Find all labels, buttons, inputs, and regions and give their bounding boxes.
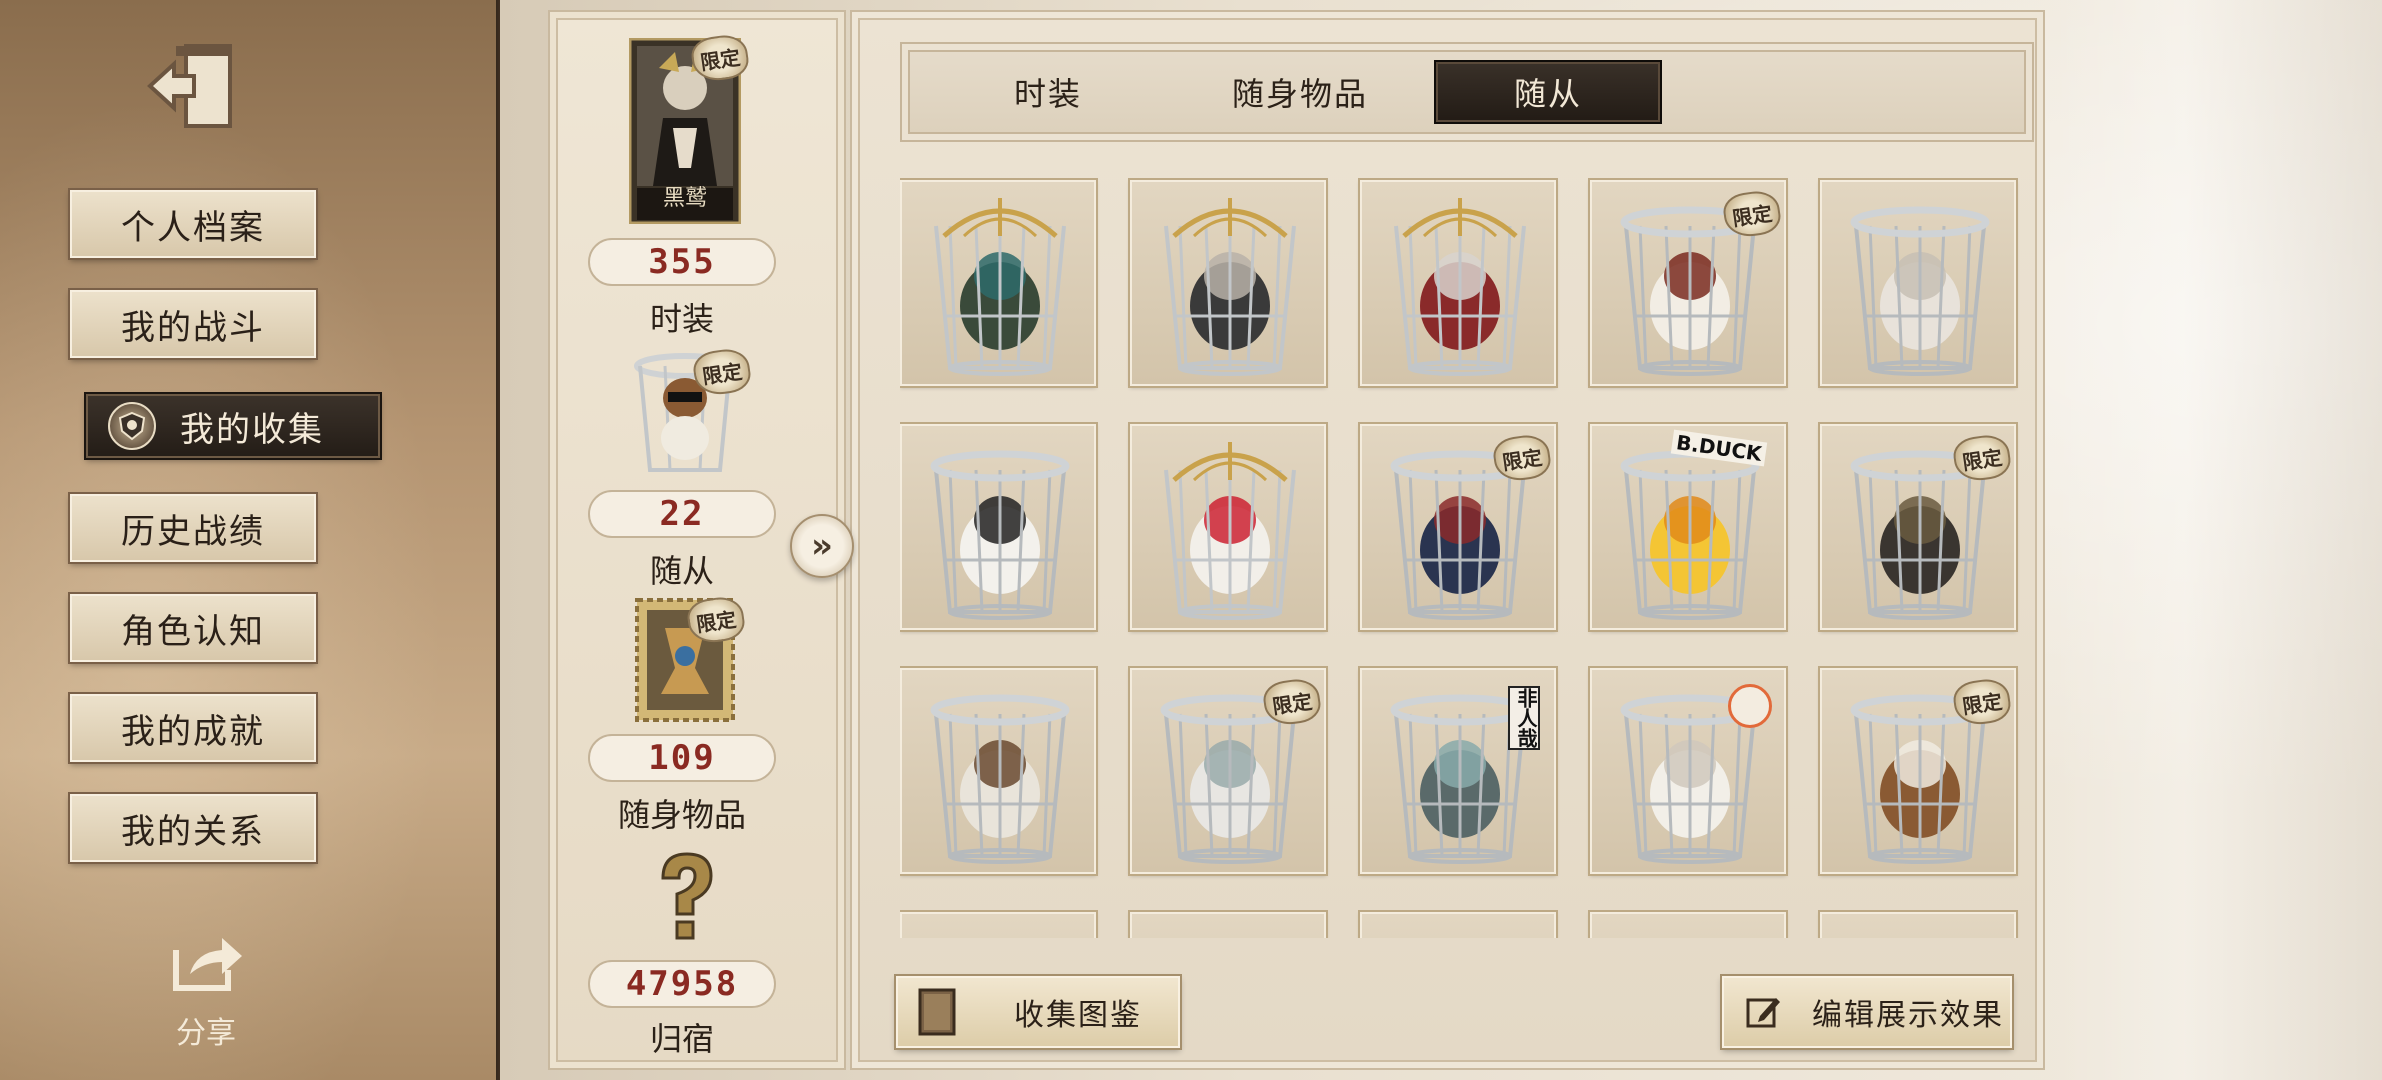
double-chevron-right-icon: » [811,526,833,566]
follower-card-elephant[interactable] [1818,178,2018,388]
follower-card-king-cat[interactable] [900,666,1098,876]
sidebar-item-achievements[interactable]: 我的成就 [68,692,318,764]
sidebar-item-label: 我的成就 [121,711,265,752]
catalog-label: 收集图鉴 [1014,998,1142,1033]
king-cat-image [930,694,1070,864]
share-icon [173,938,242,991]
yellow-duck-image [1620,450,1760,620]
follower-count: 22 [588,490,776,538]
tab-follower[interactable]: 随从 [1434,60,1662,124]
costume-count-label: 时装 [649,300,714,338]
accessory-count: 109 [588,734,776,782]
follower-card-tree-spirit[interactable] [900,178,1098,388]
sidebar: 个人档案 我的战斗 我的收集 历史战绩 角色认知 我的成就 我的关系 分享 [0,0,510,1080]
sign-board-text: 非人哉 [1508,686,1540,750]
follower-card-partial-2[interactable] [1128,910,1328,938]
costume-thumbnail[interactable]: 黑鹫 限定 [620,32,751,226]
sidebar-item-collection[interactable]: 我的收集 [84,392,382,460]
partial-4-image [1614,928,1766,938]
follower-card-partial-4[interactable] [1588,910,1788,938]
tree-spirit-image [934,198,1066,376]
follower-card-beagle-dog[interactable]: 限定 [1818,666,2018,876]
panda-image [930,450,1070,620]
follower-grid: 限定 限定 B.DUCK 限定 限定 非人哉 限定 [900,172,2040,938]
follower-card-partial-3[interactable] [1358,910,1558,938]
follower-card-red-doll[interactable] [1358,178,1558,388]
sidebar-item-label: 我的收集 [180,409,324,450]
exit-button[interactable] [140,34,244,138]
collection-badge-icon [108,402,156,450]
follower-card-witch-bird[interactable]: 限定 [1588,178,1788,388]
sidebar-item-label: 角色认知 [121,611,265,652]
sidebar-item-battles[interactable]: 我的战斗 [68,288,318,360]
sidebar-item-label: 我的战斗 [121,307,265,348]
partial-2-image [1154,928,1306,938]
home-count: 47958 [588,960,776,1008]
edit-icon [1746,998,1780,1028]
paw-badge-icon [1728,684,1772,728]
accessory-count-label: 随身物品 [617,796,746,834]
catalog-button[interactable]: 收集图鉴 [894,974,1182,1050]
partial-5-image [1844,928,1996,938]
follower-card-grey-monster[interactable]: 非人哉 [1358,666,1558,876]
follower-card-eyeball[interactable]: 限定 [1358,422,1558,632]
follower-card-black-cat[interactable]: 限定 [1818,422,2018,632]
book-icon [918,988,956,1036]
accessory-thumbnail[interactable]: 限定 [620,594,750,724]
share-label: 分享 [176,1016,236,1051]
tab-costume[interactable]: 时装 [968,60,1128,124]
costume-count: 355 [588,238,776,286]
follower-card-white-birds[interactable] [1588,666,1788,876]
sidebar-item-history[interactable]: 历史战绩 [68,492,318,564]
sidebar-item-label: 历史战绩 [121,511,265,552]
follower-card-panda[interactable] [900,422,1098,632]
follower-thumbnail[interactable]: 限定 [620,346,753,476]
follower-card-partial-5[interactable] [1818,910,2018,938]
follower-card-yellow-duck[interactable]: B.DUCK [1588,422,1788,632]
home-thumbnail[interactable] [620,848,750,944]
share-button[interactable]: 分享 [156,930,256,1052]
costume-card-label: 黑鹫 [662,186,707,211]
exit-door-icon [147,44,232,128]
question-mark-icon [661,852,713,940]
sidebar-item-label: 个人档案 [121,207,265,248]
sidebar-item-profile[interactable]: 个人档案 [68,188,318,260]
follower-count-label: 随从 [649,552,714,590]
partial-1-image [924,928,1076,938]
tab-accessory[interactable]: 随身物品 [1190,60,1410,124]
machine-bot-image [1164,198,1296,376]
follower-card-white-fox[interactable] [1128,422,1328,632]
follower-card-machine-bot[interactable] [1128,178,1328,388]
expand-arrow-button[interactable]: » [790,514,854,578]
home-count-label: 归宿 [649,1020,714,1058]
elephant-image [1850,206,1990,376]
sidebar-item-label: 我的关系 [121,811,265,852]
red-doll-image [1394,198,1526,376]
edit-display-label: 编辑展示效果 [1812,998,2004,1033]
white-fox-image [1164,442,1296,620]
partial-3-image [1384,928,1536,938]
sidebar-item-character[interactable]: 角色认知 [68,592,318,664]
follower-card-partial-1[interactable] [900,910,1098,938]
edit-display-button[interactable]: 编辑展示效果 [1720,974,2014,1050]
follower-card-white-spirit[interactable]: 限定 [1128,666,1328,876]
sidebar-item-relations[interactable]: 我的关系 [68,792,318,864]
